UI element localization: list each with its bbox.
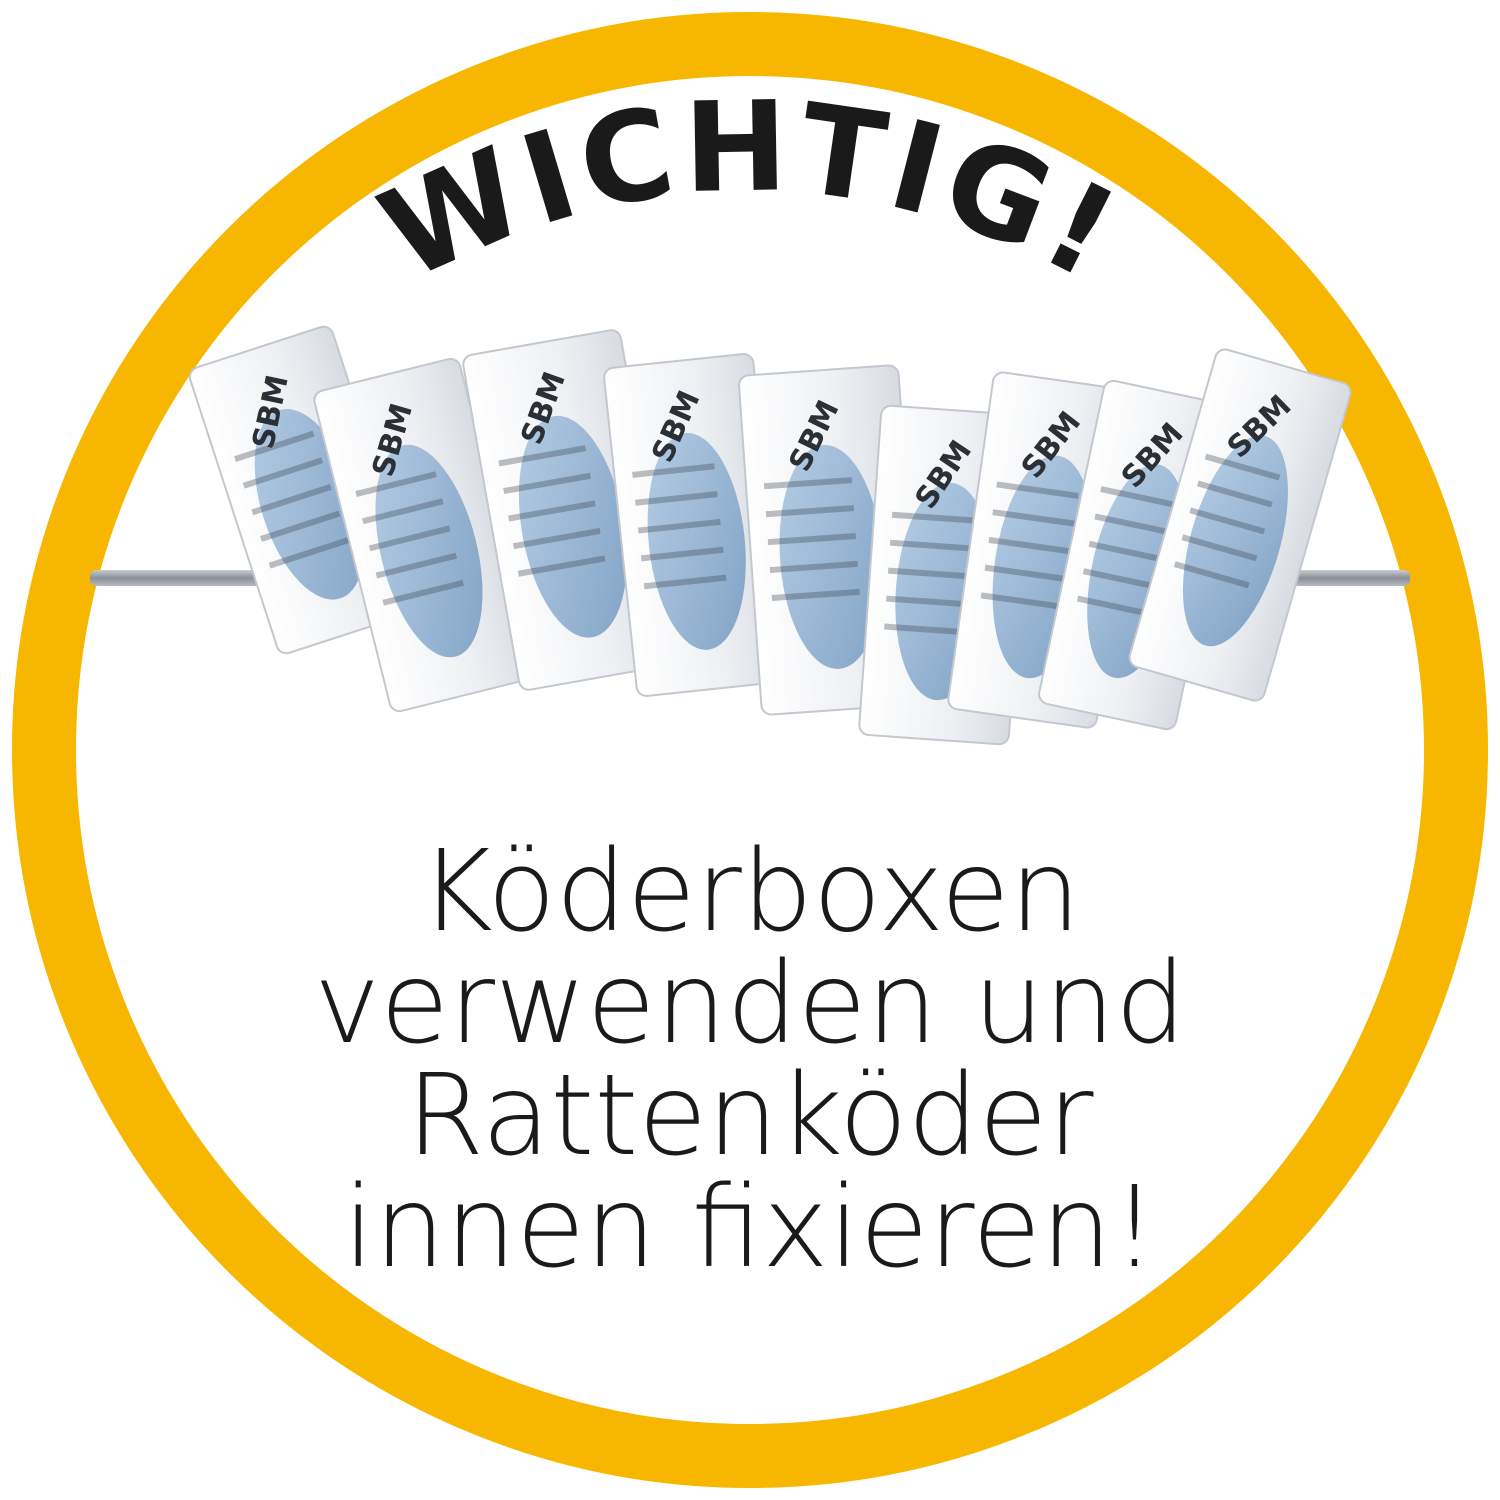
warning-badge: WICHTIG! SBM SBM SBM SBM SBM SBM SBM SBM SBM	[0, 0, 1500, 1500]
message-line-2: verwenden und	[313, 939, 1187, 1069]
message-line-1: Köderboxen	[419, 827, 1081, 957]
message-block: Köderboxen verwenden und Rattenköder inn…	[200, 836, 1300, 1284]
message-line-4: innen fixieren!	[343, 1163, 1157, 1293]
sachet-group: SBM SBM SBM SBM SBM SBM SBM SBM SBM	[188, 325, 1352, 746]
message-line-3: Rattenköder	[406, 1051, 1094, 1181]
bait-sachets-image: SBM SBM SBM SBM SBM SBM SBM SBM SBM	[90, 325, 1410, 746]
